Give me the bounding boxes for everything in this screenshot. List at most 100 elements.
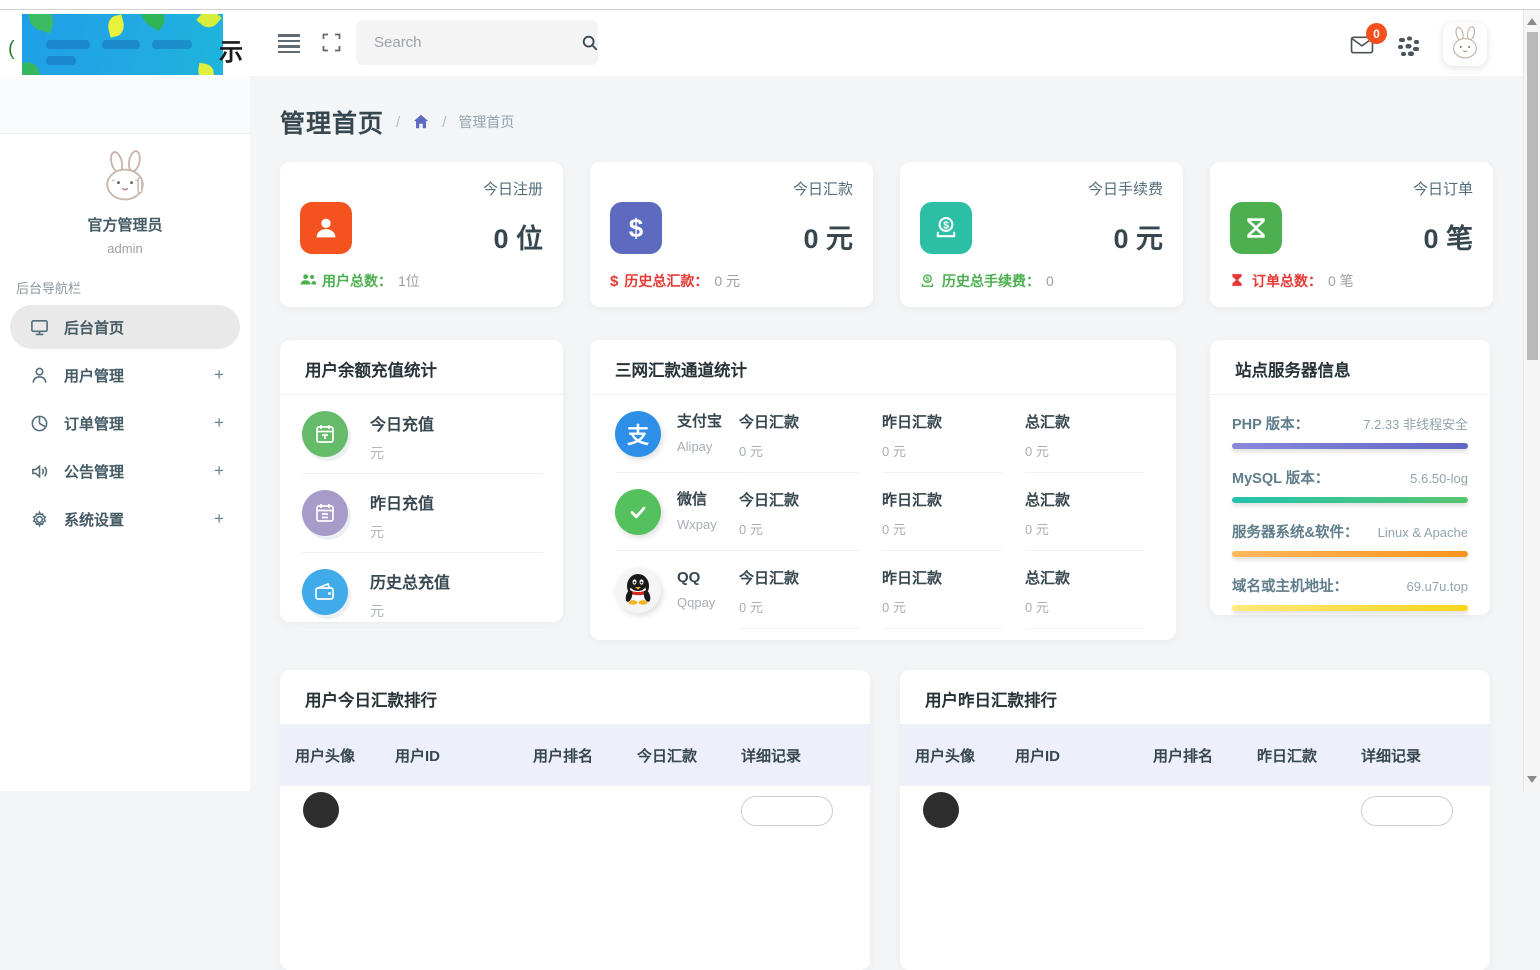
- progress-bar: [1232, 443, 1468, 449]
- calendar-today-icon: [302, 411, 348, 457]
- logo-area[interactable]: ( 示: [0, 10, 250, 76]
- stat-card-remittance: $ 今日汇款 0 元 $ 历史总汇款： 0 元: [590, 162, 873, 307]
- rank-table-today: 用户今日汇款排行 用户头像 用户ID 用户排名 今日汇款 详细记录: [280, 670, 870, 970]
- sidebar-item-label: 用户管理: [64, 365, 214, 386]
- speaker-icon: [30, 462, 49, 481]
- search-input[interactable]: [356, 34, 581, 51]
- user-avatar-button[interactable]: [1443, 22, 1487, 66]
- stat-card-orders: 今日订单 0 笔 订单总数： 0 笔: [1210, 162, 1493, 307]
- profile-username: admin: [0, 241, 250, 256]
- channel-row-alipay: 支 支付宝 Alipay 今日汇款0 元 昨日汇款0 元 总汇款0 元: [615, 395, 1151, 473]
- stat-card-registrations: 今日注册 0 位 用户总数： 1位: [280, 162, 563, 307]
- sidebar-item-home[interactable]: 后台首页: [10, 305, 240, 349]
- search-icon[interactable]: [581, 20, 599, 65]
- recharge-row-total: 历史总充值 元: [302, 569, 543, 632]
- sidebar-item-label: 公告管理: [64, 461, 214, 482]
- server-row-os: 服务器系统&软件： Linux & Apache: [1232, 521, 1468, 557]
- channel-row-wechat: 微信 Wxpay 今日汇款0 元 昨日汇款0 元 总汇款0 元: [615, 473, 1151, 551]
- apps-grid-icon[interactable]: [1397, 35, 1421, 59]
- detail-record-button[interactable]: [1361, 796, 1453, 826]
- card-title: 用户今日汇款排行: [280, 670, 870, 724]
- server-row-mysql: MySQL 版本： 5.6.50-log: [1232, 467, 1468, 503]
- progress-bar: [1232, 497, 1468, 503]
- stat-label: 今日汇款: [610, 178, 853, 199]
- vertical-scrollbar[interactable]: [1523, 10, 1540, 791]
- pie-chart-icon: [30, 414, 49, 433]
- channel-row-qq: QQ Qqpay 今日汇款0 元 昨日汇款0 元 总汇款0 元: [615, 551, 1151, 629]
- logo-text-fragment: (: [8, 38, 15, 61]
- users-group-icon: [300, 273, 316, 289]
- page-title: 管理首页: [280, 104, 384, 140]
- progress-bar: [1232, 605, 1468, 611]
- recharge-row-today: 今日充值 元: [302, 411, 543, 474]
- scroll-down-arrow-icon[interactable]: [1527, 776, 1537, 783]
- logo-text-partial: 示: [219, 32, 243, 67]
- sidebar: ( 示 官方管理员 admin 后台导航栏: [0, 10, 250, 791]
- expand-plus-icon[interactable]: +: [214, 509, 224, 529]
- rank-table-yesterday: 用户昨日汇款排行 用户头像 用户ID 用户排名 昨日汇款 详细记录: [900, 670, 1490, 970]
- logo-image: [22, 14, 223, 75]
- hourglass-small-icon: [1230, 273, 1246, 289]
- sidebar-spacer-band: [0, 76, 250, 134]
- row-avatar: [923, 792, 959, 828]
- svg-text:$: $: [943, 220, 949, 232]
- coin-deposit-icon: $: [920, 202, 972, 254]
- expand-plus-icon[interactable]: +: [214, 461, 224, 481]
- user-icon: [300, 202, 352, 254]
- sidebar-item-settings[interactable]: 系统设置 +: [10, 497, 240, 541]
- table-row: [280, 786, 870, 833]
- dollar-small-icon: $: [610, 273, 618, 290]
- scroll-up-arrow-icon[interactable]: [1527, 18, 1537, 25]
- breadcrumb-current[interactable]: 管理首页: [458, 112, 514, 132]
- wechat-icon: [615, 489, 661, 535]
- expand-plus-icon[interactable]: +: [214, 413, 224, 433]
- server-info-card: 站点服务器信息 PHP 版本： 7.2.33 非线程安全 MySQL 版本： 5…: [1210, 340, 1490, 615]
- breadcrumb: 管理首页 / / 管理首页: [280, 104, 1523, 140]
- server-row-domain: 域名或主机地址： 69.u7u.top: [1232, 575, 1468, 611]
- stat-card-fees: $ 今日手续费 0 元 $ 历史总手续费： 0: [900, 162, 1183, 307]
- table-row: [900, 786, 1490, 833]
- search-box: [356, 20, 598, 65]
- stat-label: 今日手续费: [920, 178, 1163, 199]
- sidebar-item-orders[interactable]: 订单管理 +: [10, 401, 240, 445]
- topbar: 0: [250, 10, 1523, 76]
- row-avatar: [303, 792, 339, 828]
- main-content: 管理首页 / / 管理首页 今日注册 0 位: [250, 76, 1523, 791]
- expand-plus-icon[interactable]: +: [214, 365, 224, 385]
- sidebar-item-users[interactable]: 用户管理 +: [10, 353, 240, 397]
- recharge-stats-card: 用户余额充值统计 今日充值 元: [280, 340, 563, 622]
- scrollbar-thumb[interactable]: [1527, 32, 1538, 360]
- home-icon[interactable]: [412, 113, 430, 131]
- fullscreen-icon[interactable]: [322, 33, 341, 52]
- card-title: 站点服务器信息: [1210, 340, 1490, 395]
- hourglass-icon: [1230, 202, 1282, 254]
- messages-button[interactable]: 0: [1349, 35, 1375, 61]
- nav-section-label: 后台导航栏: [16, 278, 250, 297]
- progress-bar: [1232, 551, 1468, 557]
- qq-penguin-icon: [615, 567, 661, 613]
- monitor-icon: [30, 318, 49, 337]
- channel-stats-card: 三网汇款通道统计 支 支付宝 Alipay 今日汇款0 元 昨日汇款0 元 总汇…: [590, 340, 1176, 640]
- detail-record-button[interactable]: [741, 796, 833, 826]
- user-icon: [30, 366, 49, 385]
- dollar-icon: $: [610, 202, 662, 254]
- stat-label: 今日注册: [300, 178, 543, 199]
- sidebar-profile: 官方管理员 admin: [0, 134, 250, 256]
- menu-toggle-icon[interactable]: [278, 34, 300, 56]
- sidebar-item-label: 订单管理: [64, 413, 214, 434]
- sidebar-item-label: 系统设置: [64, 509, 214, 530]
- sidebar-item-announcements[interactable]: 公告管理 +: [10, 449, 240, 493]
- server-row-php: PHP 版本： 7.2.33 非线程安全: [1232, 413, 1468, 449]
- table-header-row: 用户头像 用户ID 用户排名 今日汇款 详细记录: [280, 724, 870, 786]
- calendar-yesterday-icon: [302, 490, 348, 536]
- browser-edge-strip: [0, 0, 1540, 10]
- recharge-row-yesterday: 昨日充值 元: [302, 490, 543, 553]
- card-title: 用户昨日汇款排行: [900, 670, 1490, 724]
- profile-avatar[interactable]: [97, 150, 153, 206]
- stat-label: 今日订单: [1230, 178, 1473, 199]
- sidebar-item-label: 后台首页: [64, 317, 224, 338]
- alipay-icon: 支: [615, 411, 661, 457]
- mail-badge: 0: [1366, 23, 1387, 44]
- rabbit-avatar-icon: [1447, 26, 1483, 62]
- coin-small-icon: $: [920, 273, 936, 289]
